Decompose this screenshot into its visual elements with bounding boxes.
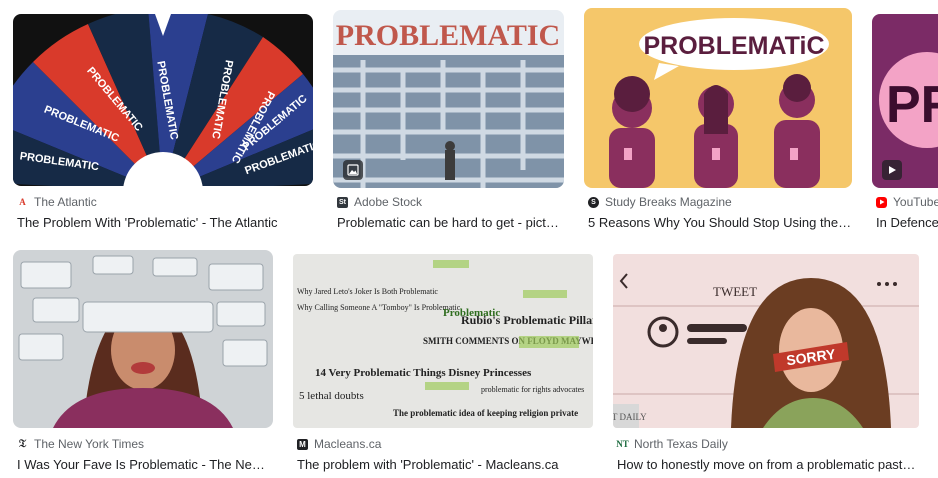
result-thumbnail[interactable]: PR xyxy=(872,14,938,188)
result-source: A The Atlantic xyxy=(17,195,96,209)
image-icon xyxy=(343,160,363,180)
svg-text:14 Very Problematic Things Dis: 14 Very Problematic Things Disney Prince… xyxy=(315,367,532,379)
result-card[interactable]: Why Jared Leto's Joker Is Both Problemat… xyxy=(293,254,593,472)
maze-image: PROBLEMATIC xyxy=(333,10,564,188)
result-card[interactable]: PR YouTube In Defence xyxy=(872,14,938,230)
svg-text:problematic for rights advocat: problematic for rights advocates xyxy=(481,385,584,394)
svg-text:NT DAILY: NT DAILY xyxy=(613,412,647,422)
result-title[interactable]: I Was Your Fave Is Problematic - The New… xyxy=(17,457,273,472)
result-title[interactable]: How to honestly move on from a problemat… xyxy=(617,457,917,472)
headline-collage-image: Why Jared Leto's Joker Is Both Problemat… xyxy=(293,254,593,428)
svg-text:PROBLEMATiC: PROBLEMATiC xyxy=(643,32,824,60)
result-title[interactable]: 5 Reasons Why You Should Stop Using the … xyxy=(588,215,852,230)
result-card[interactable]: PROBLEMATIC St Adobe Stock Problematic c… xyxy=(333,10,564,230)
result-title[interactable]: The Problem With 'Problematic' - The Atl… xyxy=(17,215,313,230)
result-title[interactable]: In Defence xyxy=(876,215,938,230)
study-breaks-icon: S xyxy=(588,196,599,208)
nyt-logo-icon: 𝔗 xyxy=(18,437,27,450)
svg-text:PROBLEMATIC: PROBLEMATIC xyxy=(336,19,560,52)
result-source: St Adobe Stock xyxy=(337,195,423,209)
svg-text:Why Jared Leto's Joker Is Both: Why Jared Leto's Joker Is Both Problemat… xyxy=(297,287,438,296)
woman-with-screens-image xyxy=(13,250,273,428)
result-thumbnail[interactable]: PROBLEMATiC xyxy=(584,8,852,188)
wheel-image: PROBLEMATIC PROBLEMATIC PROBLEMATIC PROB… xyxy=(13,14,313,186)
result-source: M Macleans.ca xyxy=(297,437,381,451)
svg-text:5 lethal doubts: 5 lethal doubts xyxy=(299,390,364,402)
north-texas-daily-icon: NT xyxy=(616,439,629,449)
svg-text:Rubio's Problematic Pillar: Rubio's Problematic Pillar xyxy=(461,313,593,327)
atlantic-logo-icon: A xyxy=(19,197,26,207)
svg-text:PR: PR xyxy=(886,76,938,134)
adobe-stock-icon: St xyxy=(337,196,348,208)
result-thumbnail[interactable]: Why Jared Leto's Joker Is Both Problemat… xyxy=(293,254,593,428)
result-thumbnail[interactable]: TWEET SORRY NT DAILY xyxy=(613,254,919,428)
result-thumbnail[interactable]: PROBLEMATIC PROBLEMATIC PROBLEMATIC PROB… xyxy=(13,14,313,186)
play-icon xyxy=(882,160,902,180)
result-source: S Study Breaks Magazine xyxy=(588,195,732,209)
sorry-tweet-image: TWEET SORRY NT DAILY xyxy=(613,254,919,428)
result-card[interactable]: 𝔗 The New York Times I Was Your Fave Is … xyxy=(13,250,273,472)
result-source: NT North Texas Daily xyxy=(616,437,728,451)
macleans-logo-icon: M xyxy=(297,438,308,450)
result-source: 𝔗 The New York Times xyxy=(18,437,145,451)
youtube-icon xyxy=(876,196,887,208)
svg-text:Why Calling Someone A "Tomboy": Why Calling Someone A "Tomboy" Is Proble… xyxy=(297,303,461,312)
people-on-phones-image: PROBLEMATiC xyxy=(584,8,852,188)
result-title[interactable]: Problematic can be hard to get - picture… xyxy=(337,215,564,230)
result-card[interactable]: PROBLEMATiC S Study Breaks Magazine 5 Re… xyxy=(584,8,852,230)
result-card[interactable]: TWEET SORRY NT DAILY NT North Texas Dail… xyxy=(613,254,919,472)
result-card[interactable]: PROBLEMATIC PROBLEMATIC PROBLEMATIC PROB… xyxy=(13,14,313,230)
result-thumbnail[interactable]: PROBLEMATIC xyxy=(333,10,564,188)
result-source: YouTube xyxy=(876,195,938,209)
result-title[interactable]: The problem with 'Problematic' - Maclean… xyxy=(297,457,593,472)
result-thumbnail[interactable] xyxy=(13,250,273,428)
svg-text:The problematic idea of keepin: The problematic idea of keeping religion… xyxy=(393,408,578,418)
svg-text:TWEET: TWEET xyxy=(713,284,757,299)
